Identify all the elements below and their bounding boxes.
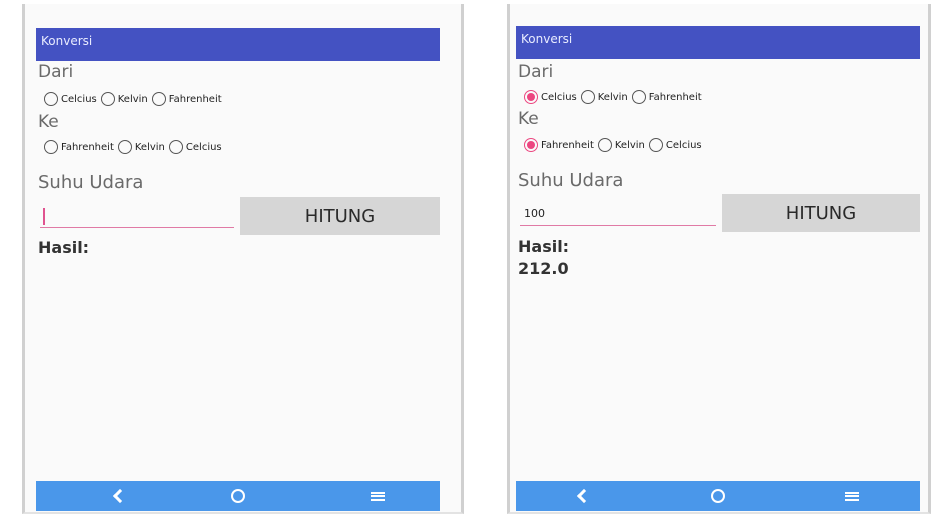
radio-ke-fahrenheit[interactable]: Fahrenheit: [44, 140, 114, 154]
radio-dari-kelvin[interactable]: Kelvin: [100, 92, 148, 106]
radio-label: Celcius: [61, 93, 97, 105]
radio-label: Fahrenheit: [648, 91, 702, 103]
radio-circle-icon[interactable]: [168, 140, 183, 154]
radio-ke-celcius[interactable]: Celcius: [168, 140, 222, 154]
radio-circle-icon[interactable]: [648, 138, 663, 152]
radio-circle-icon[interactable]: [100, 92, 115, 106]
suhu-udara-label: Suhu Udara: [518, 170, 624, 191]
radio-label: Celcius: [185, 141, 222, 153]
navigation-bar: [36, 481, 440, 511]
radio-dari-celcius[interactable]: Celcius: [524, 90, 577, 104]
suhu-udara-label: Suhu Udara: [38, 172, 144, 193]
radio-circle-icon[interactable]: [117, 140, 132, 154]
radio-circle-icon[interactable]: [580, 90, 595, 104]
app-title: Konversi: [41, 34, 93, 48]
dari-label: Dari: [38, 62, 74, 82]
radio-checked-icon[interactable]: [524, 90, 538, 104]
radio-label: Fahrenheit: [168, 93, 222, 105]
ke-label: Ke: [518, 109, 539, 129]
screen-after: Konversi Dari Celcius Kelvin Fahrenheit …: [516, 26, 920, 511]
radio-ke-celcius[interactable]: Celcius: [648, 138, 702, 152]
ke-radio-group: Fahrenheit Kelvin Celcius: [44, 138, 226, 156]
nav-menu-button[interactable]: [358, 481, 398, 511]
radio-ke-kelvin[interactable]: Kelvin: [597, 138, 645, 152]
radio-circle-icon[interactable]: [44, 140, 58, 154]
app-bar: Konversi: [516, 26, 920, 59]
radio-checked-icon[interactable]: [524, 138, 538, 152]
dari-label: Dari: [518, 62, 554, 82]
nav-home-button[interactable]: [698, 481, 738, 511]
app-bar: Konversi: [36, 28, 440, 61]
hasil-label: Hasil:: [518, 237, 570, 256]
ke-radio-group: Fahrenheit Kelvin Celcius: [524, 136, 706, 154]
radio-dari-celcius[interactable]: Celcius: [44, 92, 97, 106]
hitung-button[interactable]: HITUNG: [240, 197, 440, 235]
home-circle-icon: [711, 489, 725, 503]
radio-label: Kelvin: [134, 141, 165, 153]
screen-before: Konversi Dari Celcius Kelvin Fahrenheit …: [36, 28, 440, 511]
radio-label: Kelvin: [614, 139, 645, 151]
menu-lines-icon: [371, 491, 385, 501]
radio-label: Celcius: [541, 91, 577, 103]
nav-back-button[interactable]: [98, 481, 138, 511]
radio-circle-icon[interactable]: [631, 90, 646, 104]
hasil-label: Hasil:: [38, 238, 90, 257]
menu-lines-icon: [845, 491, 859, 501]
back-chevron-icon: [576, 488, 592, 504]
radio-label: Celcius: [665, 139, 702, 151]
dari-radio-group: Celcius Kelvin Fahrenheit: [44, 90, 226, 108]
radio-label: Kelvin: [117, 93, 148, 105]
radio-ke-kelvin[interactable]: Kelvin: [117, 140, 165, 154]
nav-back-button[interactable]: [562, 481, 602, 511]
temperature-input[interactable]: [520, 202, 716, 226]
nav-menu-button[interactable]: [832, 481, 872, 511]
back-chevron-icon: [112, 488, 128, 504]
ke-label: Ke: [38, 112, 59, 132]
hitung-button[interactable]: HITUNG: [722, 194, 920, 232]
radio-circle-icon[interactable]: [597, 138, 612, 152]
radio-label: Fahrenheit: [61, 141, 114, 153]
nav-home-button[interactable]: [218, 481, 258, 511]
text-caret: [43, 208, 45, 225]
radio-dari-fahrenheit[interactable]: Fahrenheit: [631, 90, 702, 104]
app-title: Konversi: [521, 32, 573, 46]
hasil-value: 212.0: [518, 259, 569, 278]
radio-dari-fahrenheit[interactable]: Fahrenheit: [151, 92, 222, 106]
radio-dari-kelvin[interactable]: Kelvin: [580, 90, 628, 104]
radio-label: Fahrenheit: [541, 139, 594, 151]
home-circle-icon: [231, 489, 245, 503]
radio-circle-icon[interactable]: [44, 92, 58, 106]
dari-radio-group: Celcius Kelvin Fahrenheit: [524, 88, 706, 106]
temperature-input[interactable]: [40, 204, 234, 228]
navigation-bar: [516, 481, 920, 511]
radio-label: Kelvin: [597, 91, 628, 103]
radio-ke-fahrenheit[interactable]: Fahrenheit: [524, 138, 594, 152]
radio-circle-icon[interactable]: [151, 92, 166, 106]
